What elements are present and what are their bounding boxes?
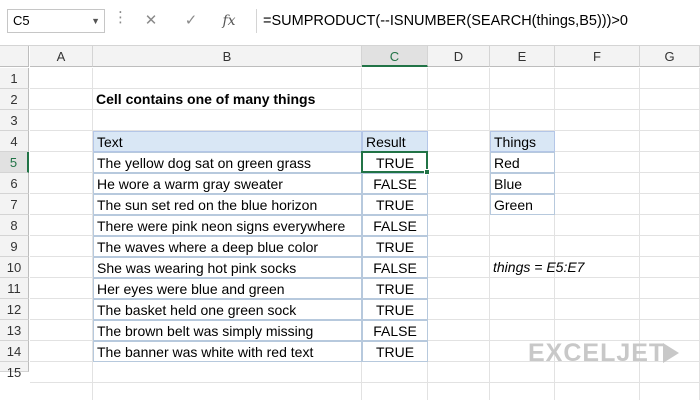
row-header-13[interactable]: 13 [0, 320, 29, 341]
text-cell[interactable]: The banner was white with red text [93, 341, 362, 362]
text-cell[interactable]: He wore a warm gray sweater [93, 173, 362, 194]
row-header-12[interactable]: 12 [0, 299, 29, 320]
cancel-icon[interactable]: ✕ [138, 9, 164, 33]
result-cell[interactable]: TRUE [362, 299, 428, 320]
column-header-f[interactable]: F [555, 46, 640, 67]
text-cell[interactable]: The basket held one green sock [93, 299, 362, 320]
insert-function-icon[interactable]: fx [216, 9, 242, 33]
gridline [489, 68, 490, 400]
result-cell[interactable]: FALSE [362, 257, 428, 278]
result-cell[interactable]: FALSE [362, 173, 428, 194]
row-header-5[interactable]: 5 [0, 152, 29, 173]
named-range-note: things = E5:E7 [493, 259, 585, 275]
chevron-down-icon[interactable]: ▼ [91, 10, 100, 32]
text-cell[interactable]: The waves where a deep blue color [93, 236, 362, 257]
result-cell[interactable]: TRUE [362, 194, 428, 215]
things-item[interactable]: Green [490, 194, 555, 215]
row-header-4[interactable]: 4 [0, 131, 29, 152]
text-cell[interactable]: She was wearing hot pink socks [93, 257, 362, 278]
enter-icon[interactable]: ✓ [178, 9, 204, 33]
things-header[interactable]: Things [490, 131, 555, 152]
select-all-corner[interactable] [0, 46, 29, 67]
things-item[interactable]: Blue [490, 173, 555, 194]
text-cell[interactable]: The sun set red on the blue horizon [93, 194, 362, 215]
exceljet-logo: EXCELJET [528, 339, 666, 367]
column-header-g[interactable]: G [640, 46, 700, 67]
column-header-c[interactable]: C [362, 46, 428, 67]
name-box-value: C5 [13, 13, 30, 28]
formula-input[interactable]: =SUMPRODUCT(--ISNUMBER(SEARCH(things,B5)… [256, 9, 696, 33]
text-cell[interactable]: There were pink neon signs everywhere [93, 215, 362, 236]
table-header-text[interactable]: Text [93, 131, 362, 152]
text-cell[interactable]: The yellow dog sat on green grass [93, 152, 362, 173]
result-cell[interactable]: FALSE [362, 215, 428, 236]
row-header-3[interactable]: 3 [0, 110, 29, 131]
row-header-11[interactable]: 11 [0, 278, 29, 299]
row-header-10[interactable]: 10 [0, 257, 29, 278]
gridline [30, 382, 700, 383]
formula-buttons: ✕ ✓ fx [132, 9, 250, 33]
exceljet-logo-icon [663, 343, 679, 363]
result-cell[interactable]: TRUE [362, 341, 428, 362]
formula-bar: C5 ▼ ⋮ ✕ ✓ fx =SUMPRODUCT(--ISNUMBER(SEA… [0, 0, 700, 46]
active-cell-border[interactable] [361, 151, 428, 173]
text-cell[interactable]: The brown belt was simply missing [93, 320, 362, 341]
name-box[interactable]: C5 ▼ [7, 9, 105, 33]
row-header-7[interactable]: 7 [0, 194, 29, 215]
row-header-9[interactable]: 9 [0, 236, 29, 257]
things-item[interactable]: Red [490, 152, 555, 173]
worksheet-grid: A B C D E F G 1 2 3 4 5 6 7 8 9 10 11 12 13 14 15 Cell contain… [0, 46, 700, 400]
table-header-result[interactable]: Result [362, 131, 428, 152]
column-header-a[interactable]: A [30, 46, 93, 67]
column-header-d[interactable]: D [428, 46, 490, 67]
row-header-15[interactable]: 15 [0, 362, 29, 380]
result-cell[interactable]: TRUE [362, 278, 428, 299]
column-header-e[interactable]: E [490, 46, 555, 67]
fill-handle[interactable] [424, 169, 430, 175]
row-header-1[interactable]: 1 [0, 68, 29, 89]
result-cell[interactable]: TRUE [362, 236, 428, 257]
column-header-b[interactable]: B [93, 46, 362, 67]
text-cell[interactable]: Her eyes were blue and green [93, 278, 362, 299]
row-header-2[interactable]: 2 [0, 89, 29, 110]
row-header-14[interactable]: 14 [0, 341, 29, 362]
row-header-8[interactable]: 8 [0, 215, 29, 236]
result-cell[interactable]: FALSE [362, 320, 428, 341]
row-header-6[interactable]: 6 [0, 173, 29, 194]
more-options-icon[interactable]: ⋮ [113, 8, 128, 26]
sheet-title: Cell contains one of many things [96, 91, 316, 107]
